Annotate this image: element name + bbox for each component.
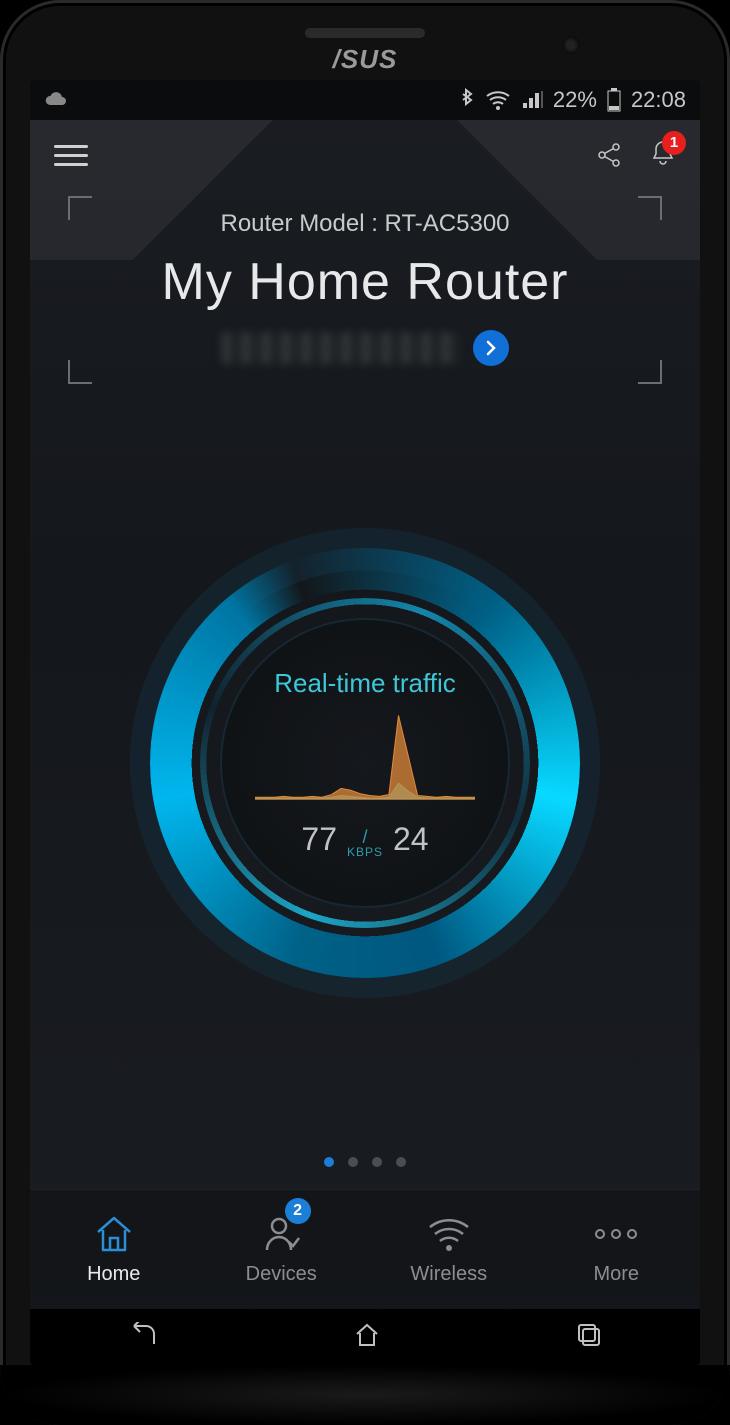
nav-devices[interactable]: Devices 2 bbox=[198, 1190, 366, 1309]
bottom-nav: Home Devices 2 Wireless More bbox=[30, 1189, 700, 1309]
home-icon bbox=[93, 1213, 135, 1255]
nav-label: More bbox=[593, 1263, 639, 1286]
nav-label: Home bbox=[87, 1263, 140, 1286]
bluetooth-icon bbox=[459, 88, 475, 112]
nav-label: Wireless bbox=[410, 1263, 487, 1286]
nav-home[interactable]: Home bbox=[30, 1190, 198, 1309]
battery-percent: 22% bbox=[553, 87, 597, 113]
menu-button[interactable] bbox=[54, 145, 88, 166]
traffic-gauge[interactable]: Real-time traffic 77 / KBPS 24 bbox=[130, 528, 600, 998]
nav-more[interactable]: More bbox=[533, 1190, 701, 1309]
router-model: Router Model : RT-AC5300 bbox=[70, 210, 660, 238]
signal-icon bbox=[521, 90, 543, 110]
phone-brand: /SUS bbox=[333, 44, 398, 75]
notifications-button[interactable]: 1 bbox=[650, 139, 676, 172]
traffic-chart bbox=[255, 711, 475, 811]
router-ip-blurred bbox=[221, 332, 461, 364]
router-details-button[interactable] bbox=[473, 330, 509, 366]
wifi-icon bbox=[485, 90, 511, 110]
speed-unit: KBPS bbox=[347, 846, 383, 858]
more-icon bbox=[594, 1213, 638, 1255]
nav-label: Devices bbox=[246, 1263, 317, 1286]
router-info-card: Router Model : RT-AC5300 My Home Router bbox=[30, 190, 700, 386]
nav-badge: 2 bbox=[285, 1198, 311, 1224]
traffic-title: Real-time traffic bbox=[274, 668, 456, 699]
battery-icon bbox=[607, 88, 621, 112]
upload-speed: 24 bbox=[393, 821, 429, 858]
page-dot[interactable] bbox=[396, 1157, 406, 1167]
recent-apps-button[interactable] bbox=[576, 1322, 602, 1353]
wireless-icon bbox=[426, 1213, 472, 1255]
notification-badge: 1 bbox=[662, 131, 686, 155]
back-button[interactable] bbox=[128, 1322, 158, 1353]
cloud-icon bbox=[44, 91, 68, 109]
share-icon[interactable] bbox=[596, 142, 622, 168]
router-name: My Home Router bbox=[70, 252, 660, 312]
page-dot[interactable] bbox=[372, 1157, 382, 1167]
android-nav-bar bbox=[30, 1309, 700, 1365]
status-bar: 22% 22:08 bbox=[30, 80, 700, 120]
nav-wireless[interactable]: Wireless bbox=[365, 1190, 533, 1309]
page-indicator[interactable] bbox=[30, 1139, 700, 1189]
download-speed: 77 bbox=[301, 821, 337, 858]
clock: 22:08 bbox=[631, 87, 686, 113]
page-dot[interactable] bbox=[324, 1157, 334, 1167]
page-dot[interactable] bbox=[348, 1157, 358, 1167]
home-button[interactable] bbox=[353, 1322, 381, 1353]
